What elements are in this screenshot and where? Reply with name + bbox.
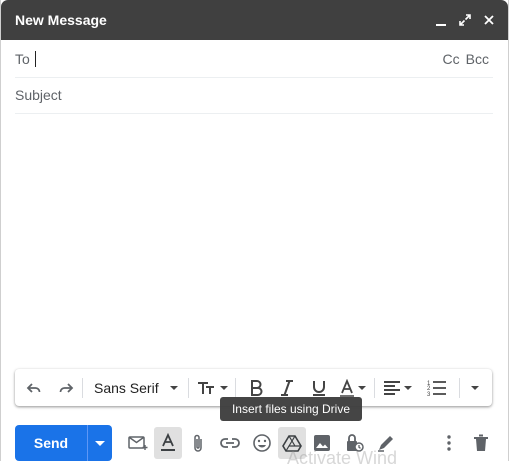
redo-icon[interactable] <box>55 374 77 402</box>
compose-title: New Message <box>15 12 107 28</box>
toolbar-divider <box>82 377 83 398</box>
toolbar-divider <box>188 377 189 398</box>
chevron-down-icon <box>219 385 228 390</box>
align-icon[interactable] <box>380 374 414 402</box>
bcc-link[interactable]: Bcc <box>466 51 489 67</box>
attach-icon[interactable] <box>182 427 214 459</box>
discard-icon[interactable] <box>465 427 497 459</box>
send-button[interactable]: Send <box>15 425 87 461</box>
subject-field[interactable]: Subject <box>15 77 493 114</box>
cc-bcc-links: Cc Bcc <box>443 51 493 67</box>
mail-merge-icon[interactable] <box>122 427 154 459</box>
compose-footer: Send <box>15 425 497 461</box>
more-formatting-icon[interactable] <box>465 374 485 402</box>
emoji-icon[interactable] <box>246 427 278 459</box>
undo-icon[interactable] <box>23 374 45 402</box>
font-family-select[interactable]: Sans Serif <box>88 374 178 402</box>
to-label: To <box>15 51 30 67</box>
window-controls <box>434 13 496 27</box>
toolbar-divider <box>235 377 236 398</box>
expand-icon[interactable] <box>458 13 472 27</box>
more-options-icon[interactable] <box>433 427 465 459</box>
compose-window: New Message To Cc Bcc Subject Sans Serif… <box>0 0 509 468</box>
compose-header: New Message <box>1 0 508 40</box>
minimize-icon[interactable] <box>434 13 448 27</box>
activation-watermark: Activate Wind <box>287 448 398 468</box>
link-icon[interactable] <box>214 427 246 459</box>
drive-tooltip: Insert files using Drive <box>220 397 362 421</box>
numbered-list-icon[interactable]: 123 <box>420 374 454 402</box>
chevron-down-icon <box>357 385 366 390</box>
cc-link[interactable]: Cc <box>443 51 460 67</box>
chevron-down-icon <box>95 440 105 446</box>
formatting-options-icon[interactable] <box>154 427 182 459</box>
toolbar-divider <box>374 377 375 398</box>
chevron-down-icon <box>471 385 479 390</box>
send-options-button[interactable] <box>87 425 112 461</box>
close-icon[interactable] <box>482 13 496 27</box>
footer-right <box>433 427 497 459</box>
toolbar-divider <box>459 377 460 398</box>
chevron-down-icon <box>170 385 178 390</box>
chevron-down-icon <box>403 385 412 390</box>
svg-text:3: 3 <box>427 392 431 397</box>
to-field[interactable]: To Cc Bcc <box>15 41 493 78</box>
text-cursor <box>34 51 36 67</box>
subject-placeholder: Subject <box>15 87 62 103</box>
send-group: Send <box>15 425 112 461</box>
font-family-value: Sans Serif <box>94 379 159 396</box>
